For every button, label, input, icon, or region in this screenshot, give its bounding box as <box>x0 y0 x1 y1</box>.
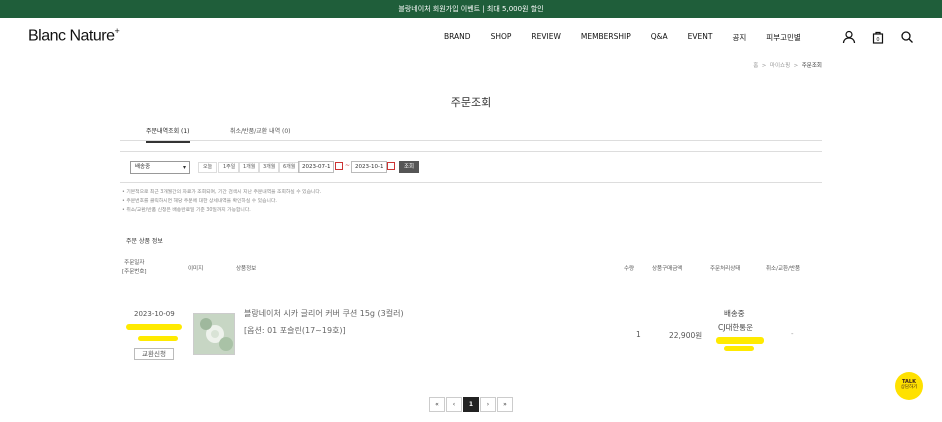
note-3: • 취소/교환/반품 신청은 배송완료일 기준 30일까지 가능합니다. <box>122 208 251 213</box>
breadcrumb-mypage[interactable]: 마이쇼핑 <box>770 63 790 69</box>
price: 22,900원 <box>669 331 703 340</box>
calendar-icon[interactable] <box>387 162 395 170</box>
search-button[interactable]: 조회 <box>399 161 419 173</box>
kakao-chat-button[interactable]: TALK 상담하기 <box>895 372 923 400</box>
breadcrumb-home[interactable]: 홈 <box>753 63 758 69</box>
nav-skin-concern[interactable]: 피부고민별 <box>766 32 801 43</box>
order-filter: 배송중 오늘 1주일 1개월 3개월 6개월 2023-07-1 ~ 2023-… <box>120 151 822 183</box>
kakao-consult-label: 상담하기 <box>900 385 918 390</box>
th-order-date: 주문일자 [주문번호] <box>122 260 147 275</box>
redacted-mark <box>724 346 754 351</box>
th-image: 이미지 <box>188 266 204 272</box>
section-title: 주문 상품 정보 <box>126 238 163 245</box>
redacted-order-number[interactable] <box>126 324 182 330</box>
page-title: 주문조회 <box>450 96 492 109</box>
site-header: Blanc Nature+ BRAND SHOP REVIEW MEMBERSH… <box>0 18 942 56</box>
note-1: • 기본적으로 최근 3개월간의 자료가 조회되며, 기간 검색시 지난 주문내… <box>122 190 322 195</box>
page-last-button[interactable]: » <box>497 397 513 412</box>
product-option: [옵션: 01 포슬린(17~19호)] <box>244 326 346 335</box>
search-icon[interactable] <box>900 30 914 44</box>
nav-brand[interactable]: BRAND <box>444 32 471 43</box>
tab-cancel-history[interactable]: 취소/반품/교환 내역 (0) <box>230 126 291 135</box>
page-prev-button[interactable]: ‹ <box>446 397 462 412</box>
th-qty: 수량 <box>624 266 635 272</box>
product-name[interactable]: 블랑네이처 시카 글리어 커버 쿠션 15g (3컬러) <box>244 308 404 319</box>
notes: • 기본적으로 최근 3개월간의 자료가 조회되며, 기간 검색시 지난 주문내… <box>122 188 321 215</box>
order-date: 2023-10-09 <box>134 310 175 318</box>
date-to-field[interactable]: 2023-10-1 <box>351 161 387 173</box>
nav-event[interactable]: EVENT <box>688 32 713 43</box>
site-logo[interactable]: Blanc Nature+ <box>28 26 120 45</box>
redacted-mark <box>138 336 178 341</box>
tab-order-history[interactable]: 주문내역조회 (1) <box>146 126 190 143</box>
product-image <box>194 314 234 354</box>
order-tabs: 주문내역조회 (1) 취소/반품/교환 내역 (0) <box>120 124 822 143</box>
quantity: 1 <box>636 330 641 339</box>
nav-notice[interactable]: 공지 <box>732 32 746 43</box>
calendar-icon[interactable] <box>335 162 343 170</box>
breadcrumb: 홈 > 마이쇼핑 > 주문조회 <box>753 63 822 69</box>
page-next-button[interactable]: › <box>480 397 496 412</box>
page-current[interactable]: 1 <box>463 397 479 412</box>
order-status: 배송중 <box>724 309 745 318</box>
page-first-button[interactable]: « <box>429 397 445 412</box>
nav-membership[interactable]: MEMBERSHIP <box>581 32 631 43</box>
cancel-status: - <box>791 330 794 338</box>
redacted-tracking-number[interactable] <box>716 337 764 344</box>
breadcrumb-current: 주문조회 <box>801 63 822 69</box>
user-icon[interactable] <box>842 30 856 44</box>
carrier: CJ대한통운 <box>718 323 754 332</box>
th-product: 상품정보 <box>236 266 257 272</box>
svg-text:0: 0 <box>876 37 879 43</box>
product-thumbnail[interactable] <box>193 313 235 355</box>
note-2: • 주문번호를 클릭하시면 해당 주문에 대한 상세내역을 확인하실 수 있습니… <box>122 199 277 204</box>
th-price: 상품구매금액 <box>652 266 683 272</box>
date-from-field[interactable]: 2023-07-1 <box>298 161 334 173</box>
nav-shop[interactable]: SHOP <box>491 32 512 43</box>
th-status: 주문처리상태 <box>710 266 741 272</box>
nav-review[interactable]: REVIEW <box>531 32 560 43</box>
th-cancel: 취소/교환/반품 <box>766 266 801 272</box>
main-nav: BRAND SHOP REVIEW MEMBERSHIP Q&A EVENT 공… <box>444 32 821 43</box>
period-today[interactable]: 오늘 <box>198 162 218 173</box>
status-select[interactable]: 배송중 <box>130 161 190 174</box>
cart-icon[interactable]: 0 <box>871 30 885 44</box>
promo-text[interactable]: 블랑네이처 회원가입 이벤트 | 최대 5,000원 할인 <box>398 5 543 13</box>
nav-qna[interactable]: Q&A <box>651 32 668 43</box>
promo-banner[interactable]: 블랑네이처 회원가입 이벤트 | 최대 5,000원 할인 <box>0 0 942 18</box>
exchange-button[interactable]: 교환신청 <box>134 348 174 360</box>
